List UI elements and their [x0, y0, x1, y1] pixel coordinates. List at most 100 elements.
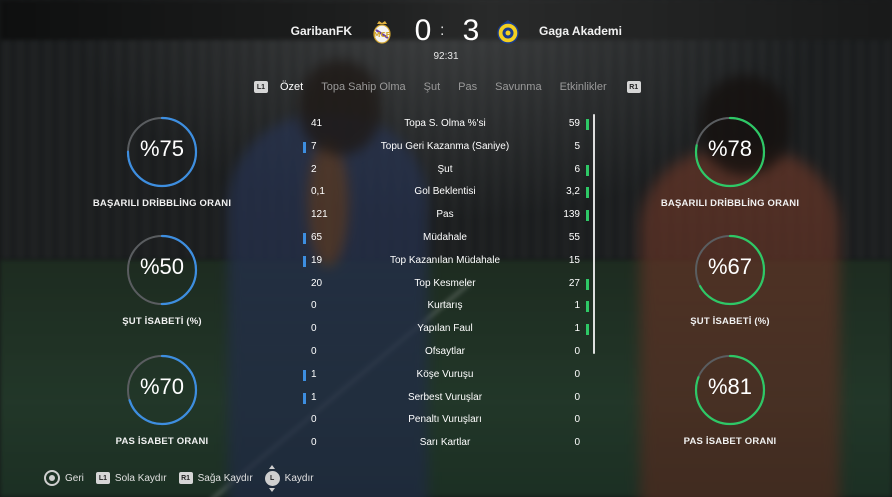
home-stat-value: 41 — [311, 118, 323, 129]
circle-button-icon — [44, 470, 60, 486]
tab-shooting[interactable]: Şut — [424, 81, 441, 93]
scroll-label: Kaydır — [284, 472, 314, 484]
gauge-label: PAS İSABET ORANI — [115, 436, 209, 447]
home-stat-value: 0,1 — [311, 186, 325, 198]
stats-scrollbar[interactable] — [593, 114, 595, 354]
stat-name: Ofsaytlar — [424, 345, 465, 357]
back-action[interactable]: Geri — [44, 470, 84, 486]
left-stick-icon: L — [264, 464, 280, 492]
stats-tab-bar: L1 Özet Topa Sahip Olma Şut Pas Savunma … — [254, 81, 641, 93]
tab-ozet[interactable]: Özet — [280, 81, 303, 93]
home-leader-bar — [303, 232, 306, 244]
stat-name: Topa S. Olma %'si — [404, 118, 486, 129]
stat-name: Köşe Vuruşu — [416, 368, 474, 380]
gauge-value: %67 — [707, 254, 753, 279]
away-leader-bar — [586, 278, 589, 290]
stat-row: 65 Müdahale 55 — [300, 228, 590, 251]
home-score: 0 — [414, 14, 432, 47]
away-stat-value: 0 — [574, 414, 580, 426]
away-leader-bar — [586, 301, 589, 313]
away-stat-value: 1 — [574, 323, 580, 335]
away-shot-accuracy-gauge: %67 ŞUT İSABETİ (%) — [660, 232, 800, 327]
stat-name: Penaltı Vuruşları — [408, 414, 482, 426]
stat-name: Top Kazanılan Müdahale — [389, 254, 501, 266]
tab-events[interactable]: Etkinlikler — [560, 81, 607, 93]
stat-row: 0 Yapılan Faul 1 — [300, 319, 590, 342]
home-shot-accuracy-gauge: %50 ŞUT İSABETİ (%) — [92, 232, 232, 327]
away-stat-value: 5 — [574, 140, 580, 152]
away-stat-value: 0 — [574, 368, 580, 380]
stat-row: 0,1 Gol Beklentisi 3,2 — [300, 182, 590, 205]
scroll-left-action[interactable]: L1 Sola Kaydır — [95, 472, 167, 484]
stat-row: 2 Şut 6 — [300, 160, 590, 183]
stat-row: 121 Pas 139 — [300, 205, 590, 228]
away-stat-value: 0 — [574, 391, 580, 403]
match-clock: 92:31 — [433, 51, 459, 62]
home-stat-value: 0 — [311, 437, 317, 449]
home-stat-value: 20 — [311, 277, 323, 289]
away-leader-bar — [586, 210, 589, 222]
tab-defending[interactable]: Savunma — [495, 81, 541, 93]
away-stat-value: 0 — [574, 345, 580, 357]
scroll-right-action[interactable]: R1 Sağa Kaydır — [178, 472, 253, 484]
home-team-name: GaribanFK — [290, 24, 352, 38]
home-stat-value: 1 — [311, 368, 317, 380]
l1-button-icon: L1 — [95, 472, 110, 484]
away-team-name: Gaga Akademi — [539, 24, 622, 38]
home-stat-value: 7 — [311, 140, 317, 152]
l1-button-icon[interactable]: L1 — [254, 81, 268, 93]
stat-row: 41 Topa S. Olma %'si 59 — [300, 114, 590, 137]
stat-row: 0 Kurtarış 1 — [300, 296, 590, 319]
away-stat-value: 55 — [568, 231, 580, 243]
home-stat-value: 65 — [311, 231, 323, 243]
away-score: 3 — [462, 14, 480, 47]
stat-name: Serbest Vuruşlar — [407, 391, 483, 403]
home-leader-bar — [303, 392, 306, 404]
stat-name: Pas — [436, 209, 454, 221]
gauge-value: %81 — [707, 374, 753, 399]
gauge-value: %70 — [139, 374, 185, 399]
stat-name: Kurtarış — [427, 300, 463, 312]
r1-button-icon: R1 — [178, 472, 193, 484]
back-label: Geri — [65, 472, 84, 484]
stats-table[interactable]: 41 Topa S. Olma %'si 59 7 Topu Geri Kazanma … — [300, 114, 590, 456]
match-stats-screen: GaribanFK MCF 0 : 3 Gaga Akademi 92:31 L… — [0, 0, 892, 497]
stat-row: 20 Top Kesmeler 27 — [300, 274, 590, 297]
stat-name: Yapılan Faul — [417, 323, 473, 335]
home-leader-bar — [303, 369, 306, 381]
away-stat-value: 3,2 — [566, 186, 580, 198]
gauge-label: ŞUT İSABETİ (%) — [122, 316, 202, 327]
score-separator: : — [440, 22, 445, 39]
r1-button-icon[interactable]: R1 — [626, 81, 641, 93]
home-leader-bar — [303, 255, 306, 267]
away-leader-bar — [586, 164, 589, 176]
stat-row: 1 Köşe Vuruşu 0 — [300, 365, 590, 388]
tab-passing[interactable]: Pas — [458, 81, 477, 93]
home-stat-value: 1 — [311, 391, 317, 403]
scroll-right-label: Sağa Kaydır — [197, 472, 253, 484]
home-stat-value: 0 — [311, 300, 317, 312]
home-stat-value: 19 — [311, 254, 323, 266]
home-stat-value: 121 — [311, 209, 328, 221]
stat-row: 0 Ofsaytlar 0 — [300, 342, 590, 365]
stat-row: 0 Penaltı Vuruşları 0 — [300, 410, 590, 433]
gauge-label: BAŞARILI DRİBBLİNG ORANI — [92, 198, 232, 209]
stat-name: Müdahale — [423, 231, 467, 243]
away-stat-value: 15 — [568, 254, 580, 266]
away-stat-value: 59 — [568, 118, 580, 129]
al-nassr-crest-icon — [497, 20, 519, 44]
away-leader-bar — [586, 119, 589, 130]
scroll-action[interactable]: L Kaydır — [264, 464, 314, 492]
home-stat-value: 0 — [311, 414, 317, 426]
stat-name: Sarı Kartlar — [419, 437, 471, 449]
stat-name: Topu Geri Kazanma (Saniye) — [380, 140, 510, 152]
svg-text:MCF: MCF — [374, 31, 391, 39]
home-leader-bar — [303, 141, 306, 153]
real-madrid-crest-icon: MCF — [373, 21, 391, 44]
tab-possession[interactable]: Topa Sahip Olma — [321, 81, 405, 93]
gauge-label: PAS İSABET ORANI — [683, 436, 777, 447]
gauge-value: %50 — [139, 254, 185, 279]
stat-row: 19 Top Kazanılan Müdahale 15 — [300, 251, 590, 274]
away-dribbling-gauge: %78 BAŞARILI DRİBBLİNG ORANI — [660, 114, 800, 209]
home-stat-value: 0 — [311, 323, 317, 335]
